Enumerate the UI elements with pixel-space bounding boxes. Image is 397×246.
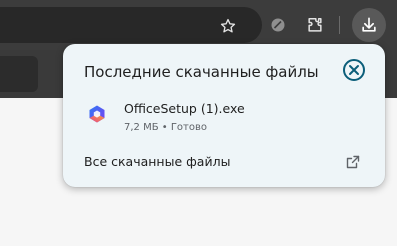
all-downloads-label: Все скачанные файлы [84, 154, 231, 169]
bookmark-star-button[interactable] [216, 14, 240, 38]
microsoft-365-icon [89, 105, 105, 123]
close-button[interactable] [342, 58, 366, 82]
extension-button[interactable] [263, 10, 293, 40]
downloads-popup: Последние скачанные файлы OfficeSetup (1… [63, 44, 385, 187]
page-header-fragment [0, 56, 38, 92]
popup-title: Последние скачанные файлы [84, 63, 319, 81]
downloads-button[interactable] [352, 8, 386, 42]
download-item[interactable]: OfficeSetup (1).exe 7,2 МБ • Готово [63, 96, 385, 138]
close-icon [343, 59, 365, 81]
browser-toolbar [0, 0, 397, 50]
all-downloads-link[interactable]: Все скачанные файлы [63, 148, 385, 176]
file-status: 7,2 МБ • Готово [124, 122, 207, 133]
open-in-new-icon-wrap [344, 153, 362, 171]
puzzle-icon [308, 18, 322, 32]
download-icon [362, 17, 376, 32]
file-name: OfficeSetup (1).exe [124, 101, 245, 116]
extensions-menu-button[interactable] [300, 10, 330, 40]
star-icon [220, 18, 236, 33]
open-in-new-icon [346, 155, 360, 169]
extension-chip-icon [271, 18, 285, 32]
toolbar-divider [339, 16, 340, 34]
